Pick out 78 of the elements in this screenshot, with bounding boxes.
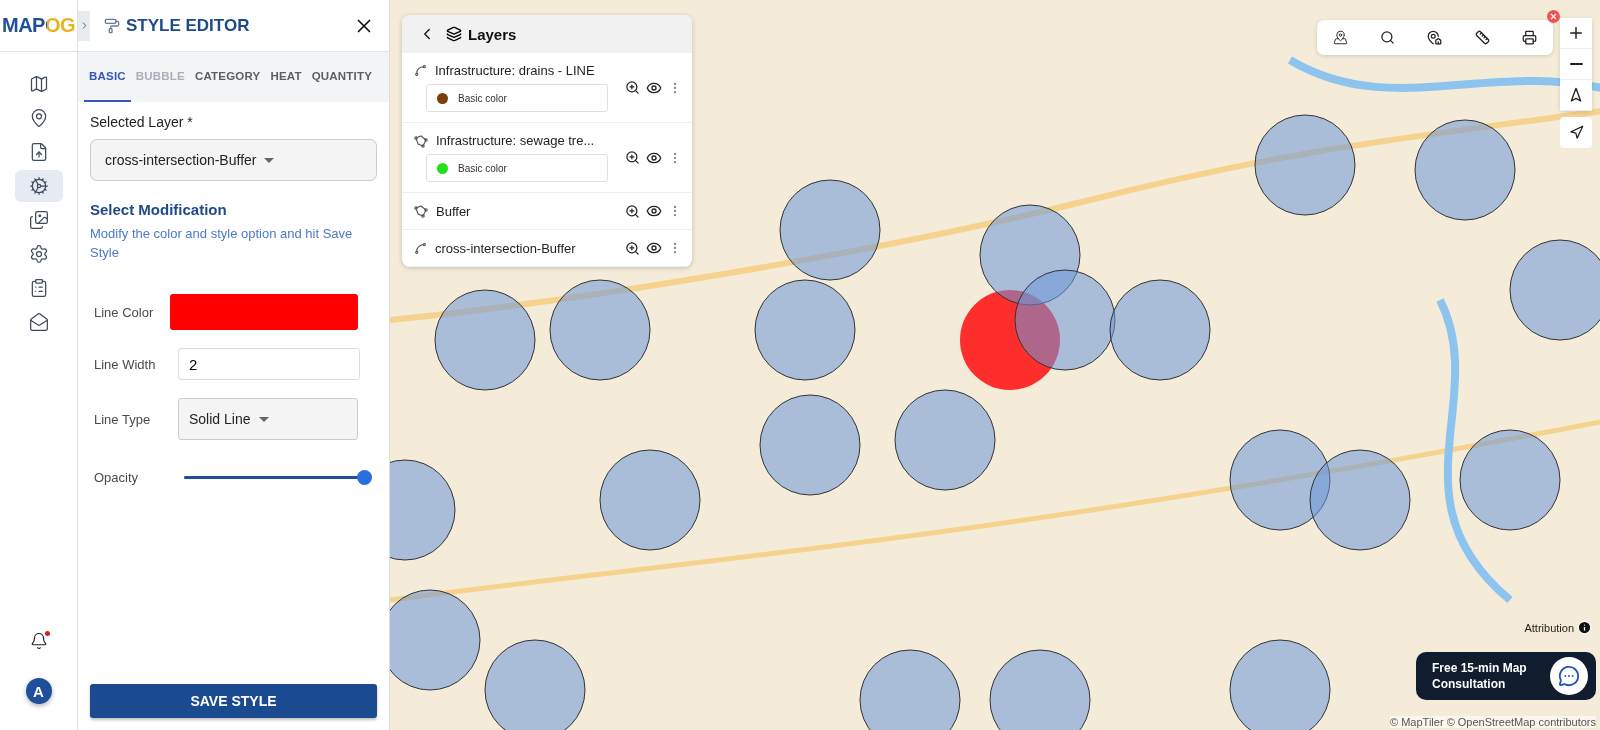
style-icon (28, 176, 49, 196)
zoom-in-icon (625, 240, 640, 256)
style-tab[interactable]: QUANTITY (306, 52, 378, 102)
style-tab[interactable]: HEAT (265, 52, 307, 102)
section-title: Select Modification (90, 201, 228, 218)
field-label: Line Width (94, 356, 157, 372)
field-label: Line Color (94, 304, 155, 320)
line-type-select[interactable]: Solid Line (178, 398, 358, 440)
gallery-icon (28, 210, 49, 230)
map-icon (28, 74, 49, 94)
share-icon (28, 312, 49, 332)
panel-title: STYLE EDITOR (126, 15, 251, 36)
pin-icon (1427, 30, 1443, 45)
style-nav-button[interactable] (14, 170, 63, 202)
line-width-input[interactable]: 2 (178, 348, 360, 380)
field-label: Opacity (94, 470, 140, 485)
plus-icon (1567, 24, 1585, 42)
measure-button[interactable] (1474, 30, 1490, 45)
pin-button[interactable] (1427, 30, 1443, 45)
zoom-to-layer-button[interactable] (625, 240, 640, 256)
line-layer-icon (414, 241, 427, 255)
search-button[interactable] (1380, 30, 1396, 45)
slider-thumb[interactable] (357, 470, 372, 485)
map-pin-icon (1333, 30, 1349, 45)
map-layers-button[interactable] (1333, 30, 1349, 45)
consultation-button[interactable]: Free 15-min Map Consultation (1416, 652, 1596, 700)
ruler-icon (1474, 30, 1490, 45)
user-avatar[interactable]: A (25, 678, 52, 704)
compass-button[interactable] (1560, 80, 1592, 111)
zoom-in-icon (625, 150, 640, 165)
attribution-label: Attribution (1524, 621, 1574, 634)
legend-label: Basic color (458, 92, 507, 104)
zoom-in-button[interactable] (1560, 18, 1592, 49)
color-swatch[interactable] (170, 294, 358, 330)
zoom-to-layer-button[interactable] (625, 80, 640, 95)
style-tab[interactable]: BASIC (84, 52, 131, 102)
chat-icon (1558, 665, 1580, 687)
line-layer-icon (414, 64, 427, 77)
hint-text: Modify the color and style option and hit Save Style (90, 225, 354, 262)
zoom-in-icon (625, 203, 640, 219)
dropdown-caret-icon (258, 416, 269, 422)
eye-icon (646, 203, 662, 219)
legend-label: Basic color (458, 162, 507, 174)
locate-icon (1568, 125, 1584, 140)
polygon-layer-icon (414, 133, 428, 148)
save-style-button[interactable]: SAVE STYLE (90, 684, 377, 718)
visibility-button[interactable] (646, 240, 662, 256)
style-tab[interactable]: CATEGORY (189, 52, 266, 102)
zoom-to-layer-button[interactable] (625, 203, 640, 219)
field-label: Selected Layer * (90, 114, 194, 130)
collapse-toggle[interactable] (78, 10, 90, 41)
layers-icon (446, 26, 462, 42)
bell-icon (29, 632, 48, 650)
info-icon[interactable] (1577, 620, 1592, 635)
field-label: Line Type (94, 411, 152, 427)
printer-icon (1521, 30, 1537, 45)
layers-title: Layers (468, 25, 517, 43)
eye-icon (646, 240, 662, 256)
minus-icon (1569, 63, 1583, 65)
layer-name: Buffer (436, 203, 471, 219)
zoom-to-layer-button[interactable] (625, 150, 640, 165)
zoom-in-icon (625, 80, 640, 95)
search-icon (1380, 30, 1396, 45)
layer-name: Infrastructure: drains - LINE (435, 63, 595, 78)
compass-icon (1568, 87, 1584, 103)
dropdown-caret-icon (264, 157, 275, 163)
layer-select[interactable]: cross-intersection-Buffer (90, 139, 377, 181)
polygon-layer-icon (414, 204, 428, 218)
paint-roller-icon (104, 17, 120, 34)
print-button[interactable] (1521, 30, 1537, 45)
visibility-button[interactable] (646, 203, 662, 219)
zoom-out-button[interactable] (1560, 49, 1592, 80)
layer-name: cross-intersection-Buffer (435, 240, 576, 256)
settings-icon (28, 244, 49, 264)
locate-button[interactable] (1560, 117, 1592, 148)
close-icon (1549, 12, 1558, 21)
map-credits: © MapTiler © OpenStreetMap contributors (1390, 716, 1596, 728)
layer-name: Infrastructure: sewage tre... (436, 133, 595, 148)
